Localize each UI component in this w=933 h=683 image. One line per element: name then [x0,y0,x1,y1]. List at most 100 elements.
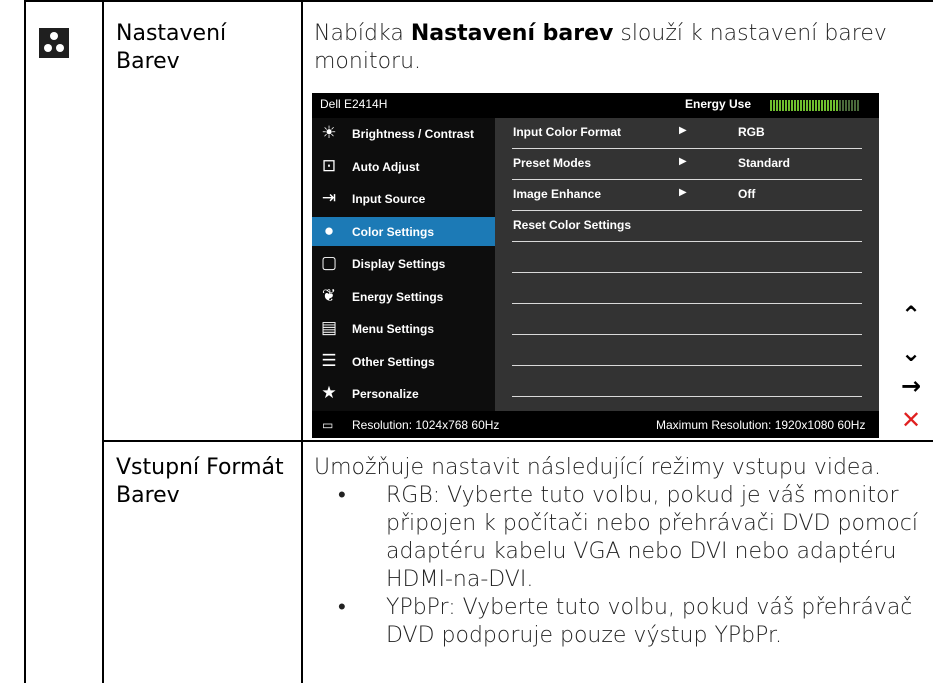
bullet: • [338,483,346,508]
energy-meter-bar [854,100,856,111]
osd-option-value: Off [738,187,756,201]
osd-energy-label: Energy Use [685,97,752,111]
list-item: • RGB: Vyberte tuto volbu, pokud je váš m… [338,483,918,592]
osd-option-label: Image Enhance [513,187,602,201]
energy-meter-bar [809,100,811,111]
color-settings-icon [39,28,69,58]
display-settings-icon: ▢ [320,253,338,272]
osd-footer: ▭ Resolution: 1024x768 60Hz Maximum Reso… [312,411,879,438]
osd-option-arrow-icon: ▶ [679,187,687,198]
osd-submenu: Input Color Format ▶ RGB Preset Modes ▶ Stand… [495,118,879,411]
energy-meter-bar [785,100,787,111]
osd-menu-item[interactable]: ▢ Display Settings [312,249,495,278]
energy-meter-bar [824,100,826,111]
menu-settings-icon: ▤ [320,318,338,337]
osd-menu-item[interactable]: ❦ Energy Settings [312,282,495,311]
osd-menu-item[interactable]: ▤ Menu Settings [312,314,495,343]
osd-option-value: RGB [738,125,765,139]
osd-main-menu: ☀ Brightness / Contrast ⊡ Auto Adjust ⇥ Input… [312,118,495,411]
osd-header: Dell E2414H Energy Use [312,93,879,118]
energy-meter-bar [776,100,778,111]
bullet: • [338,595,346,620]
energy-meter-bar [779,100,781,111]
osd-option-row[interactable] [512,273,862,304]
row-description-color-settings: Nabídka Nastavení barev slouží k nastave… [314,21,887,74]
energy-meter-bar [815,100,817,111]
energy-meter-bar [821,100,823,111]
energy-meter-bar [857,100,859,111]
energy-meter-bar [836,100,838,111]
energy-meter-bar [830,100,832,111]
input-source-icon: ⇥ [321,188,337,207]
energy-meter-bar [848,100,850,111]
osd-option-value: Standard [738,156,791,170]
energy-meter-bar [806,100,808,111]
osd-menu-item-label: Display Settings [352,257,446,271]
energy-meter-bar [845,100,847,111]
osd-menu-item-label: Energy Settings [352,289,444,304]
osd-option-row[interactable] [512,366,862,397]
energy-meter-bar [773,100,775,111]
osd-menu-item-label: Other Settings [352,354,435,369]
energy-meter-bar [842,100,844,111]
energy-meter-bar [800,100,802,111]
osd-option-row[interactable] [512,335,862,366]
osd-menu-item[interactable]: ● Color Settings [312,216,495,246]
osd-option-row[interactable]: Reset Color Settings [512,211,862,242]
personalize-icon: ★ [321,383,337,402]
osd-max-resolution: Maximum Resolution: 1920x1080 60Hz [656,418,866,432]
osd-option-row[interactable] [512,242,862,273]
osd-option-row[interactable]: Preset Modes ▶ Standard [512,149,862,180]
down-button[interactable]: ⌄ [898,340,924,366]
osd-menu-item[interactable]: ☰ Other Settings [312,347,495,376]
row-description-input-color-format: Umožňuje nastavit následující režimy vst… [314,454,924,650]
up-button[interactable]: ⌃ [898,302,924,328]
energy-meter-bar [851,100,853,111]
osd-option-row[interactable]: Input Color Format ▶ RGB [512,118,862,149]
row-label-color-settings: Nastavení Barev [116,21,227,74]
osd-menu-item-label: Personalize [352,387,419,401]
energy-meter-bar [803,100,805,111]
energy-meter-bar [833,100,835,111]
osd-menu-item-label: Auto Adjust [352,159,420,174]
osd-option-row[interactable]: Image Enhance ▶ Off [512,180,862,211]
osd-menu-item[interactable]: ★ Personalize [312,379,495,408]
energy-settings-icon: ❦ [321,285,337,305]
auto-adjust-icon: ⊡ [321,155,337,175]
energy-meter-bar [797,100,799,111]
energy-meter-bar [818,100,820,111]
table-border-left [24,0,26,683]
table-divider-row [102,440,933,442]
table-border-top [24,0,933,2]
osd-option-arrow-icon: ▶ [679,125,687,136]
osd-option-label: Reset Color Settings [513,218,632,232]
energy-meter-bar [839,100,841,111]
enter-button[interactable]: → [898,373,924,399]
color-settings-icon: ● [323,220,335,240]
osd-menu-screenshot: Dell E2414H Energy Use ☀ Brightness / Con… [312,93,879,438]
energy-meter-bar [812,100,814,111]
energy-meter-bar [794,100,796,111]
osd-menu-item[interactable]: ☀ Brightness / Contrast [312,119,495,148]
osd-option-row[interactable] [512,304,862,335]
osd-menu-item-label: Menu Settings [352,322,435,336]
bullet-list: • RGB: Vyberte tuto volbu, pokud je váš m… [314,482,924,650]
energy-meter-bar [827,100,829,111]
osd-menu-item-label: Input Source [352,192,426,206]
osd-option-label: Preset Modes [513,156,592,170]
other-settings-icon: ☰ [321,350,337,370]
energy-meter [770,100,870,111]
osd-option-label: Input Color Format [513,125,621,139]
osd-menu-item[interactable]: ⇥ Input Source [312,184,495,213]
list-item: • YPbPr: Vyberte tuto volbu, pokud váš př… [338,595,913,648]
osd-menu-item-label: Brightness / Contrast [352,127,475,141]
osd-menu-item-label: Color Settings [352,224,435,239]
row-label-input-color-format: Vstupní Formát Barev [116,455,284,508]
brightness-icon: ☀ [321,123,337,142]
osd-menu-item[interactable]: ⊡ Auto Adjust [312,152,495,181]
energy-meter-bar [770,100,772,111]
energy-meter-bar [791,100,793,111]
exit-button[interactable]: ✕ [898,407,924,433]
table-divider-col2 [301,0,303,683]
table-divider-col1 [102,0,104,683]
